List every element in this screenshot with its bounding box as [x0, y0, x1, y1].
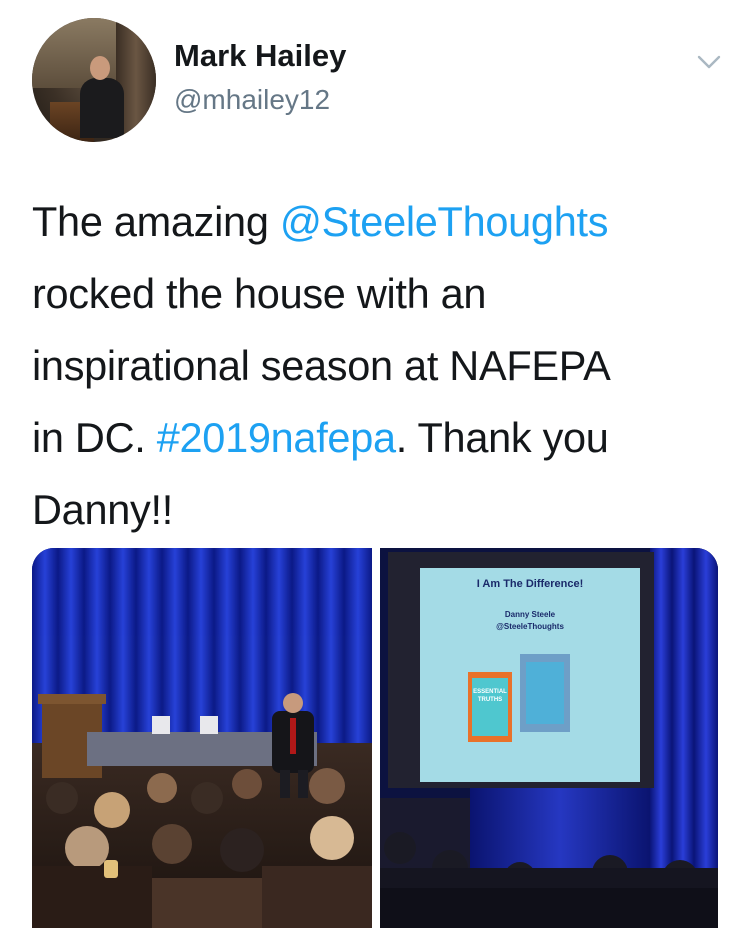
tweet-text-line: The amazing @SteeleThoughts [32, 186, 722, 258]
tweet-text-line: Danny!! [32, 474, 722, 546]
tweet-text-line: rocked the house with an [32, 258, 722, 330]
tweet-header: Mark Hailey @mhailey12 [32, 18, 722, 142]
user-handle[interactable]: @mhailey12 [174, 84, 330, 116]
tweet-text-segment: inspirational season at NAFEPA [32, 342, 611, 389]
stage-illustration [32, 548, 372, 928]
user-name[interactable]: Mark Hailey [174, 38, 346, 74]
tweet-text: The amazing @SteeleThoughts rocked the ho… [32, 186, 722, 546]
avatar[interactable] [32, 18, 156, 142]
photo-screen[interactable]: I Am The Difference! Danny Steele @Steel… [380, 548, 718, 928]
slide-title: I Am The Difference! [476, 578, 584, 590]
avatar-person-body [80, 78, 124, 138]
hashtag-link[interactable]: #2019nafepa [157, 414, 396, 461]
tweet-text-segment: in DC. [32, 414, 157, 461]
tweet-text-segment: Danny!! [32, 486, 173, 533]
tweet-media[interactable]: I Am The Difference! Danny Steele @Steel… [32, 548, 718, 928]
tweet-text-segment: . Thank you [395, 414, 609, 461]
avatar-person-head [90, 56, 110, 80]
screen-illustration [380, 548, 718, 928]
tweet-text-segment: The amazing [32, 198, 280, 245]
slide-book-title: ESSENTIAL TRUTHS [473, 689, 507, 703]
tweet-text-segment: rocked the house with an [32, 270, 487, 317]
mention-link[interactable]: @SteeleThoughts [280, 198, 609, 245]
tweet-text-line: inspirational season at NAFEPA [32, 330, 722, 402]
slide-author-handle: @SteeleThoughts [496, 622, 564, 631]
tweet-text-line: in DC. #2019nafepa. Thank you [32, 402, 722, 474]
chevron-down-icon[interactable] [696, 52, 722, 72]
photo-stage[interactable] [32, 548, 372, 928]
slide-author: Danny Steele [504, 610, 556, 619]
